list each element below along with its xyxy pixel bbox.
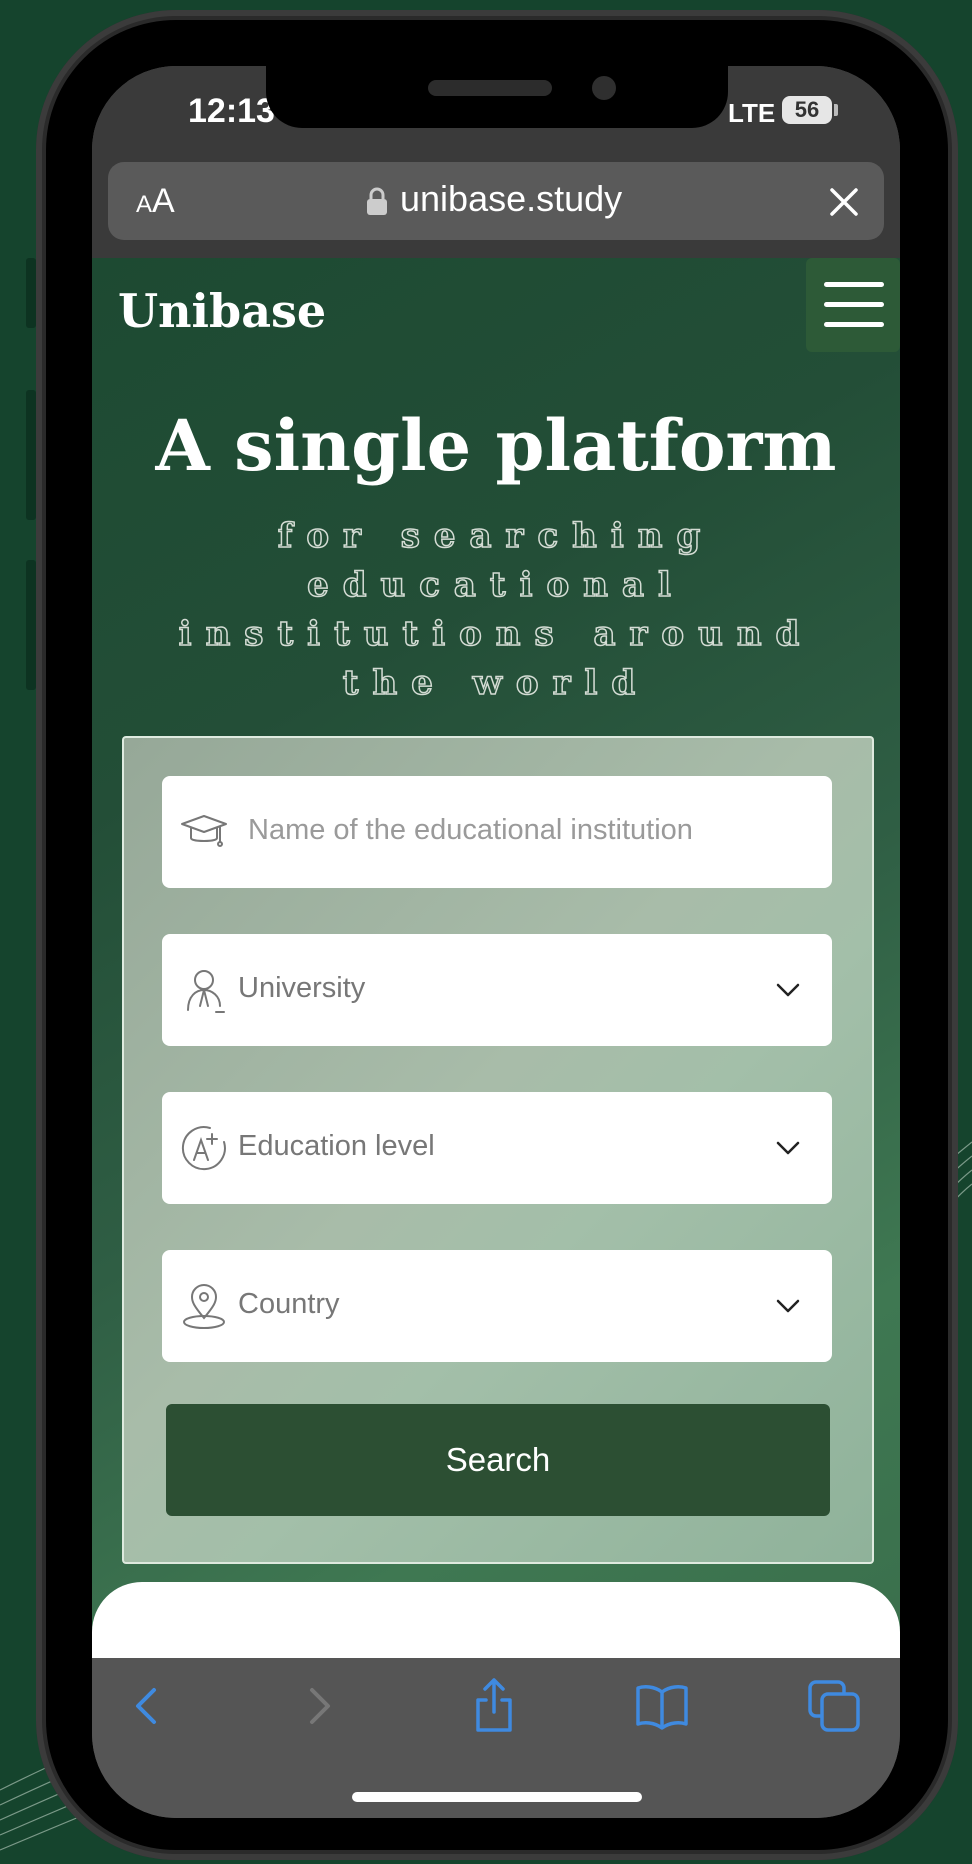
network-indicator: LTE [728,98,776,128]
lock-icon [367,187,387,215]
battery-tip [834,104,838,116]
hero-title: A single platform [155,404,837,487]
menu-line [824,322,884,327]
url-text[interactable]: unibase.study [400,178,622,220]
menu-line [824,282,884,287]
menu-line [824,302,884,307]
education-level-select[interactable]: Education level [162,1092,832,1204]
speaker [428,80,552,96]
search-button[interactable]: Search [166,1404,830,1516]
site-logo[interactable]: Unibase [118,284,326,338]
text-size-large-label: A [152,182,175,220]
share-icon[interactable] [464,1676,524,1736]
side-button-silent [26,258,36,328]
front-camera [592,76,616,100]
status-time: 12:13 [188,92,275,130]
home-indicator [352,1792,642,1802]
battery-indicator: 56 [782,96,832,124]
chevron-down-icon [776,983,800,997]
institution-name-placeholder: Name of the educational institution [248,814,693,846]
chevron-down-icon [776,1299,800,1313]
back-icon[interactable] [118,1676,178,1736]
country-value: Country [238,1288,340,1320]
education-level-value: Education level [238,1130,435,1162]
bookmarks-icon[interactable] [632,1676,692,1736]
location-pin-icon [183,1284,225,1329]
text-size-button[interactable]: AA [136,182,175,221]
institution-type-value: University [238,972,366,1004]
grade-a-plus-icon [181,1126,226,1171]
side-button-volume-up [26,390,36,520]
text-size-small-label: A [136,191,153,218]
country-select[interactable]: Country [162,1250,832,1362]
notch [266,66,728,128]
hamburger-menu-button[interactable] [806,258,900,352]
person-icon [187,970,225,1013]
tabs-icon[interactable] [804,1676,864,1736]
browser-toolbar [92,1658,900,1818]
institution-type-select[interactable]: University [162,934,832,1046]
institution-name-input[interactable]: Name of the educational institution [162,776,832,888]
web-page: Unibase A single platform for searching … [92,258,900,1658]
hero-subtitle: for searching educational institutions a… [178,515,814,704]
chevron-down-icon [776,1141,800,1155]
forward-icon[interactable] [288,1676,348,1736]
phone-screen: 12:13 LTE 56 AA unibase.study Unibase A … [92,66,900,1818]
address-bar[interactable]: AA unibase.study [108,162,884,240]
side-button-volume-down [26,560,36,690]
close-icon[interactable] [824,182,864,222]
search-form: Name of the educational institution Univ… [122,736,874,1564]
graduation-cap-icon [181,815,227,847]
